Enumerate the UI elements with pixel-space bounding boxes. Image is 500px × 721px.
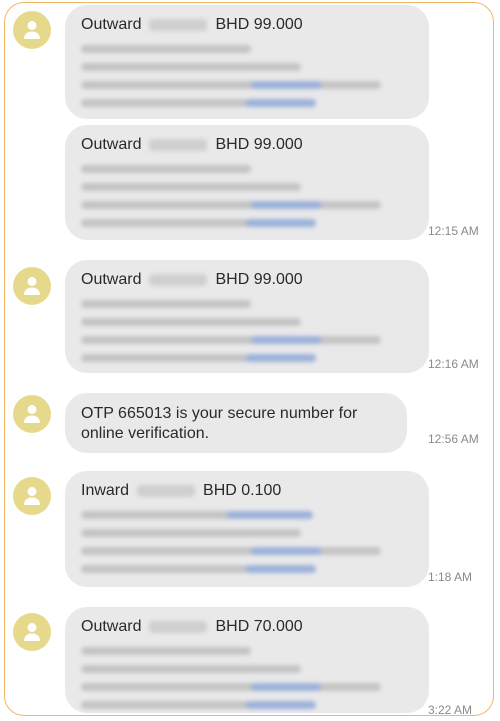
masked-detail-line (81, 701, 316, 709)
transaction-type: Outward (81, 16, 142, 33)
masked-detail-line (81, 529, 301, 537)
message-bubble[interactable]: Outward BHD 99.000 (65, 125, 429, 240)
masked-detail-line (81, 336, 381, 344)
masked-detail-line (81, 318, 301, 326)
masked-detail-line (81, 201, 381, 209)
person-icon (24, 405, 40, 423)
conversation-frame: Outward BHD 99.000 Outward BHD 99.000 12:1… (4, 2, 494, 717)
transaction-type: Outward (81, 271, 142, 288)
message-bubble[interactable]: Inward BHD 0.100 (65, 471, 429, 587)
person-icon (24, 21, 40, 39)
person-icon (24, 623, 40, 641)
transaction-amount: BHD 99.000 (215, 136, 303, 153)
masked-text (149, 18, 208, 31)
masked-text (137, 484, 196, 497)
masked-detail-line (81, 183, 301, 191)
message-bubble[interactable]: OTP 665013 is your secure number for onl… (65, 393, 407, 453)
sender-avatar[interactable] (13, 395, 51, 433)
message-timestamp: 3:22 AM (428, 703, 473, 717)
message-timestamp: 1:18 AM (428, 570, 473, 584)
masked-text (149, 620, 208, 633)
message-header: Outward BHD 70.000 (81, 617, 413, 637)
transaction-amount: BHD 0.100 (203, 482, 282, 499)
masked-detail-line (81, 665, 301, 673)
message-timestamp: 12:16 AM (428, 357, 479, 371)
person-icon (24, 277, 40, 295)
message-bubble[interactable]: Outward BHD 70.000 (65, 607, 429, 713)
sender-avatar[interactable] (13, 613, 51, 651)
person-icon (24, 487, 40, 505)
message-header: Outward BHD 99.000 (81, 270, 413, 290)
sender-avatar[interactable] (13, 477, 51, 515)
transaction-type: Inward (81, 482, 130, 499)
message-timestamp: 12:56 AM (428, 432, 479, 446)
masked-detail-line (81, 647, 251, 655)
sender-avatar[interactable] (13, 267, 51, 305)
transaction-amount: BHD 99.000 (215, 16, 303, 33)
otp-message-text: OTP 665013 is your secure number for onl… (81, 405, 358, 442)
message-timestamp: 12:15 AM (428, 224, 479, 238)
masked-detail-line (81, 511, 313, 519)
message-header: Outward BHD 99.000 (81, 15, 413, 35)
sender-avatar[interactable] (13, 11, 51, 49)
masked-detail-line (81, 300, 251, 308)
masked-text (149, 138, 208, 151)
message-bubble[interactable]: Outward BHD 99.000 (65, 5, 429, 119)
masked-detail-line (81, 99, 316, 107)
transaction-amount: BHD 99.000 (215, 271, 303, 288)
masked-detail-line (81, 683, 381, 691)
masked-detail-line (81, 63, 301, 71)
masked-detail-line (81, 565, 316, 573)
masked-detail-line (81, 45, 251, 53)
masked-detail-line (81, 354, 316, 362)
message-header: Inward BHD 0.100 (81, 481, 413, 501)
transaction-type: Outward (81, 136, 142, 153)
message-header: Outward BHD 99.000 (81, 135, 413, 155)
masked-detail-line (81, 81, 381, 89)
masked-detail-line (81, 165, 251, 173)
masked-detail-line (81, 219, 316, 227)
masked-detail-line (81, 547, 381, 555)
message-bubble[interactable]: Outward BHD 99.000 (65, 260, 429, 373)
transaction-amount: BHD 70.000 (215, 618, 303, 635)
masked-text (149, 273, 208, 286)
transaction-type: Outward (81, 618, 142, 635)
